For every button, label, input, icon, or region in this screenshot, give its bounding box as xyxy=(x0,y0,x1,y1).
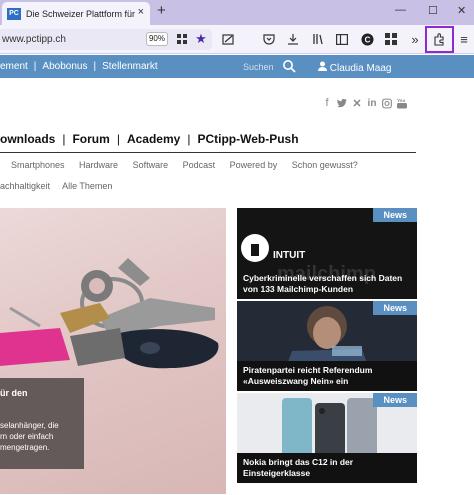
facebook-icon[interactable]: f xyxy=(322,97,332,109)
twitter-icon[interactable] xyxy=(337,97,347,109)
overflow-chevron-icon[interactable]: » xyxy=(407,31,423,47)
browser-window: PC Die Schweizer Plattform für Co × + — … xyxy=(0,0,474,495)
pctipp-favicon-icon: PC xyxy=(7,7,21,20)
screenshot-icon[interactable] xyxy=(220,31,236,47)
top-nav-item[interactable]: Stellenmarkt xyxy=(102,61,158,72)
top-nav: ement | Abobonus | Stellenmarkt xyxy=(0,61,158,72)
extension-c-icon[interactable]: C xyxy=(359,31,375,47)
menu-hamburger-icon[interactable]: ≡ xyxy=(456,31,472,47)
xing-icon[interactable]: ✕ xyxy=(352,97,362,110)
main-nav-item[interactable]: ownloads xyxy=(0,132,55,146)
tab-title: Die Schweizer Plattform für Co xyxy=(26,8,136,19)
user-icon xyxy=(318,61,330,74)
pocket-icon[interactable] xyxy=(261,31,277,47)
sidebar-icon[interactable] xyxy=(334,31,350,47)
top-nav-item[interactable]: ement xyxy=(0,61,28,72)
new-tab-button[interactable]: + xyxy=(157,2,166,19)
tab-close-icon[interactable]: × xyxy=(138,6,144,18)
browser-toolbar: www.pctipp.ch 90% ★ C » ≡ xyxy=(0,25,474,54)
sub-nav-item[interactable]: Alle Themen xyxy=(62,181,112,191)
linkedin-icon[interactable]: in xyxy=(367,97,377,109)
news-card[interactable]: INTUIT mailchimp News Cyberkriminelle ve… xyxy=(237,208,417,299)
svg-text:You: You xyxy=(397,98,405,103)
main-nav: ownloads | Forum | Academy | PCtipp-Web-Push xyxy=(0,132,299,146)
top-nav-item[interactable]: Abobonus xyxy=(42,61,87,72)
close-window-button[interactable]: ✕ xyxy=(457,4,466,17)
url-text: www.pctipp.ch xyxy=(2,34,66,45)
bookmark-star-icon[interactable]: ★ xyxy=(193,31,209,47)
download-icon[interactable] xyxy=(285,31,301,47)
maximize-button[interactable]: ☐ xyxy=(428,4,438,17)
news-badge: News xyxy=(373,301,417,315)
instagram-icon[interactable] xyxy=(382,97,392,109)
social-links: f ✕ in You xyxy=(322,97,407,110)
sub-nav-item[interactable]: Powered by xyxy=(230,160,278,170)
main-nav-item[interactable]: Forum xyxy=(72,132,109,146)
sub-nav-item[interactable]: Podcast xyxy=(183,160,216,170)
news-card-title: Nokia bringt das C12 in der Einsteigerkl… xyxy=(237,453,417,483)
main-nav-divider xyxy=(0,152,416,153)
hero-heading: ür den xyxy=(0,388,28,398)
sub-nav-item[interactable]: Hardware xyxy=(79,160,118,170)
news-card-title: Piratenpartei reicht Referendum «Ausweis… xyxy=(237,361,417,391)
news-card[interactable]: News Piratenpartei reicht Referendum «Au… xyxy=(237,301,417,391)
news-card[interactable]: News Nokia bringt das C12 in der Einstei… xyxy=(237,393,417,483)
youtube-icon[interactable]: You xyxy=(397,97,407,109)
grid-icon[interactable] xyxy=(174,31,190,47)
zoom-level-button[interactable]: 90% xyxy=(146,32,168,46)
extensions-puzzle-icon[interactable] xyxy=(431,31,447,47)
svg-text:C: C xyxy=(364,35,370,44)
news-badge: News xyxy=(373,208,417,222)
news-badge: News xyxy=(373,393,417,407)
library-icon[interactable] xyxy=(310,31,326,47)
main-nav-item[interactable]: PCtipp-Web-Push xyxy=(197,132,298,146)
user-name: Claudia Maag xyxy=(329,63,392,74)
sub-nav-item[interactable]: Software xyxy=(133,160,169,170)
extension-grid-icon[interactable] xyxy=(383,31,399,47)
minimize-button[interactable]: — xyxy=(395,4,406,16)
sub-nav: Smartphones Hardware Software Podcast Po… xyxy=(11,160,370,170)
sub-nav-item[interactable]: Schon gewusst? xyxy=(292,160,358,170)
main-nav-item[interactable]: Academy xyxy=(127,132,180,146)
hero-text: selanhänger, die rn oder einfach mengetr… xyxy=(0,421,59,452)
sub-nav-item[interactable]: achhaltigkeit xyxy=(0,181,50,191)
site-header: ement | Abobonus | Stellenmarkt Suchen Claud… xyxy=(0,55,474,78)
sub-nav-2: achhaltigkeit Alle Themen xyxy=(0,181,122,191)
site-search-input[interactable]: Suchen xyxy=(243,62,274,72)
user-account-link[interactable]: Claudia Maag xyxy=(318,61,392,74)
url-bar[interactable]: www.pctipp.ch 90% ★ xyxy=(0,29,212,50)
news-card-title: Cyberkriminelle verschaffen sich Daten v… xyxy=(243,273,403,294)
tab-bar: PC Die Schweizer Plattform für Co × + — … xyxy=(0,0,474,25)
hero-caption[interactable]: ür den selanhänger, die rn oder einfach … xyxy=(0,378,84,469)
sub-nav-item[interactable]: Smartphones xyxy=(11,160,65,170)
search-icon[interactable] xyxy=(282,59,296,73)
tab-pctipp[interactable]: PC Die Schweizer Plattform für Co × xyxy=(2,2,150,25)
card-image-text: INTUIT xyxy=(273,250,305,261)
